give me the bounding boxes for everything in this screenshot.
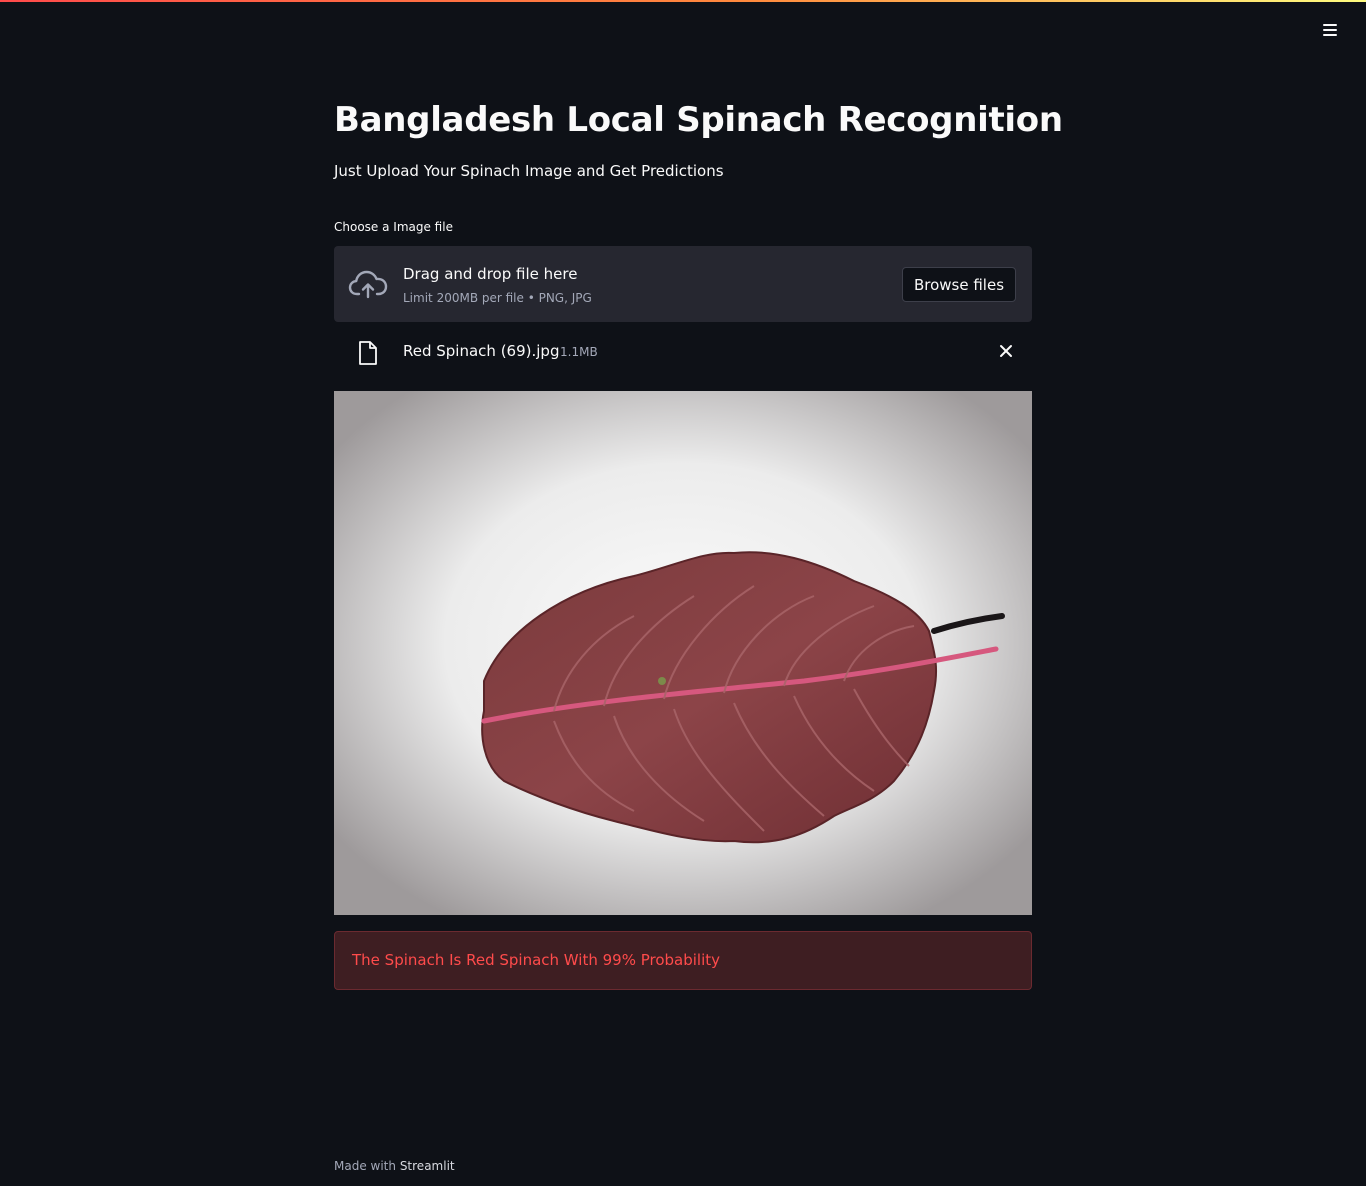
- browse-files-button[interactable]: Browse files: [902, 267, 1016, 302]
- page-subtitle: Just Upload Your Spinach Image and Get P…: [334, 162, 724, 180]
- top-decoration-bar: [0, 0, 1366, 2]
- cloud-upload-icon: [348, 270, 388, 299]
- file-uploader-label: Choose a Image file: [334, 220, 453, 234]
- uploaded-spinach-image: [334, 391, 1032, 915]
- main-menu-button[interactable]: [1316, 16, 1344, 44]
- uploaded-file-item: Red Spinach (69).jpg 1.1MB: [334, 332, 1032, 372]
- file-dropzone[interactable]: Drag and drop file here Limit 200MB per …: [334, 246, 1032, 322]
- hamburger-menu-icon: [1323, 24, 1337, 36]
- footer-prefix: Made with: [334, 1159, 396, 1173]
- dropzone-title: Drag and drop file here: [403, 265, 578, 283]
- uploaded-file-size: 1.1MB: [560, 345, 598, 359]
- streamlit-link[interactable]: Streamlit: [400, 1159, 455, 1173]
- footer: Made with Streamlit: [334, 1159, 455, 1173]
- uploaded-file-name: Red Spinach (69).jpg: [403, 342, 560, 360]
- file-icon: [359, 341, 377, 365]
- remove-file-button[interactable]: [996, 341, 1016, 361]
- prediction-result-text: The Spinach Is Red Spinach With 99% Prob…: [352, 951, 721, 969]
- prediction-result-alert: The Spinach Is Red Spinach With 99% Prob…: [334, 931, 1032, 990]
- page-title: Bangladesh Local Spinach Recognition: [334, 100, 1063, 140]
- dropzone-limit-text: Limit 200MB per file • PNG, JPG: [403, 291, 592, 305]
- close-icon: [1000, 345, 1012, 357]
